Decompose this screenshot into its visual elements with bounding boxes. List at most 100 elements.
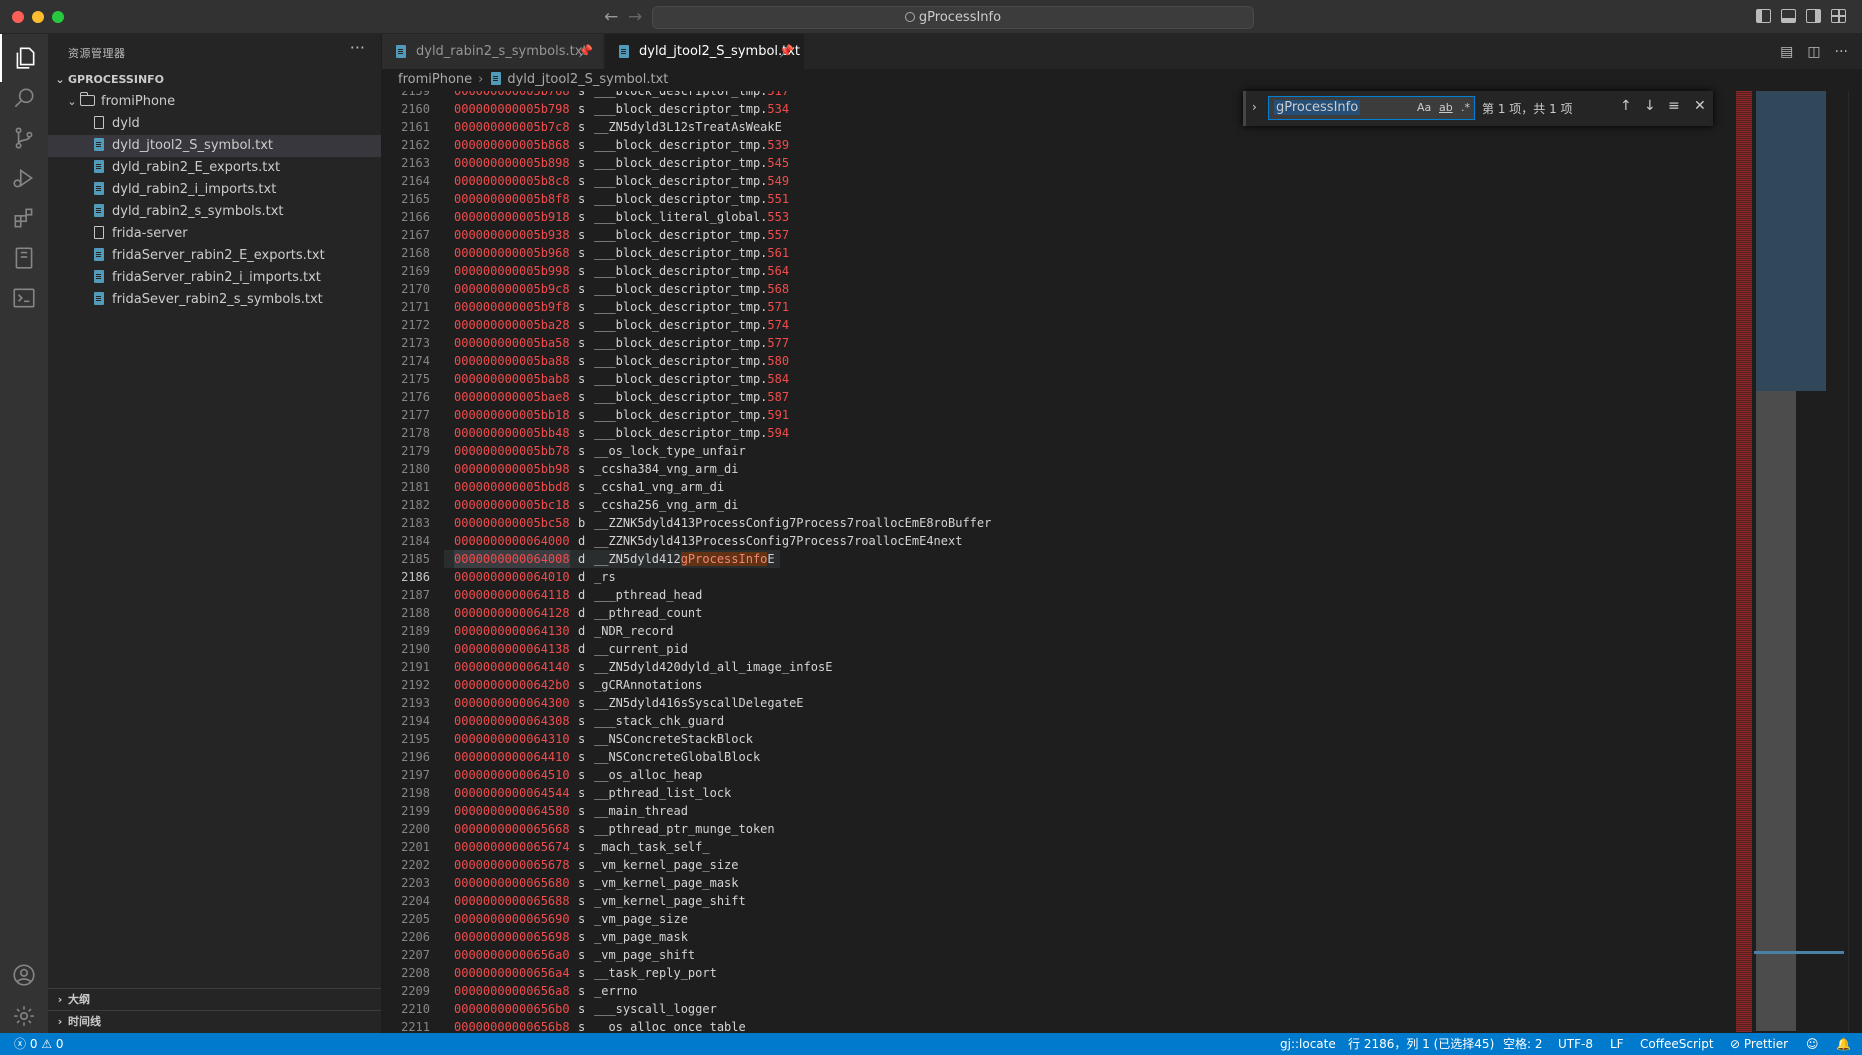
code-line[interactable]: 2173 000000000005ba58 s ___block_descriptor… [382, 334, 1732, 352]
code-line[interactable]: 2164 000000000005b8c8 s ___block_descriptor… [382, 172, 1732, 190]
code-line[interactable]: 2208 00000000000656a4 s __task_reply_port [382, 964, 1732, 982]
code-line[interactable]: 2188 0000000000064128 d __pthread_count [382, 604, 1732, 622]
code-line[interactable]: 2170 000000000005b9c8 s ___block_descriptor… [382, 280, 1732, 298]
code-line[interactable]: 2200 0000000000065668 s __pthread_ptr_munge… [382, 820, 1732, 838]
forward-arrow-icon[interactable]: → [628, 7, 642, 27]
code-line[interactable]: 2166 000000000005b918 s ___block_literal_gl… [382, 208, 1732, 226]
code-line[interactable]: 2180 000000000005bb98 s _ccsha384_vng_arm_d… [382, 460, 1732, 478]
code-line[interactable]: 2183 000000000005bc58 b __ZZNK5dyld413Proce… [382, 514, 1732, 532]
code-line[interactable]: 2168 000000000005b968 s ___block_descriptor… [382, 244, 1732, 262]
tree-file[interactable]: fridaSever_rabin2_s_symbols.txt [48, 289, 381, 311]
outline-section[interactable]: › 大纲 [48, 988, 381, 1010]
pin-icon[interactable]: 📌 [578, 34, 593, 69]
open-preview-icon[interactable]: ▤ [1780, 44, 1793, 60]
tree-root-gprocessinfo[interactable]: ⌄ GPROCESSINFO [48, 69, 381, 91]
code-line[interactable]: 2192 00000000000642b0 s _gCRAnnotations [382, 676, 1732, 694]
status-encoding[interactable]: UTF-8 [1558, 1033, 1593, 1055]
maximize-window-button[interactable] [52, 11, 64, 23]
tree-file[interactable]: dyld_jtool2_S_symbol.txt [48, 135, 381, 157]
code-line[interactable]: 2209 00000000000656a8 s _errno [382, 982, 1732, 1000]
code-line[interactable]: 2199 0000000000064580 s __main_thread [382, 802, 1732, 820]
code-line[interactable]: 2171 000000000005b9f8 s ___block_descriptor… [382, 298, 1732, 316]
breadcrumb-folder[interactable]: fromiPhone [398, 72, 472, 87]
command-center-search[interactable]: gProcessInfo [652, 6, 1254, 29]
code-line[interactable]: 2202 0000000000065678 s _vm_kernel_page_siz… [382, 856, 1732, 874]
next-match-icon[interactable]: ↓ [1644, 98, 1656, 114]
status-eol[interactable]: LF [1610, 1033, 1624, 1055]
code-line[interactable]: 2196 0000000000064410 s __NSConcreteGlobalB… [382, 748, 1732, 766]
toggle-secondary-sidebar-icon[interactable] [1806, 9, 1821, 23]
tree-folder-fromiphone[interactable]: ⌄ fromiPhone [48, 91, 381, 113]
tree-file[interactable]: dyld_rabin2_E_exports.txt [48, 157, 381, 179]
editor-scrollbar[interactable] [1848, 91, 1862, 1032]
code-line[interactable]: 2176 000000000005bae8 s ___block_descriptor… [382, 388, 1732, 406]
pin-icon[interactable]: 📌 [779, 34, 794, 69]
tree-file[interactable]: fridaServer_rabin2_i_imports.txt [48, 267, 381, 289]
code-line[interactable]: 2190 0000000000064138 d __current_pid [382, 640, 1732, 658]
code-line[interactable]: 2162 000000000005b868 s ___block_descriptor… [382, 136, 1732, 154]
status-language[interactable]: CoffeeScript [1640, 1033, 1714, 1055]
code-line[interactable]: 2174 000000000005ba88 s ___block_descriptor… [382, 352, 1732, 370]
tree-file[interactable]: frida-server [48, 223, 381, 245]
toggle-primary-sidebar-icon[interactable] [1756, 9, 1771, 23]
minimap[interactable] [1732, 91, 1848, 1032]
code-line[interactable]: 2172 000000000005ba28 s ___block_descriptor… [382, 316, 1732, 334]
customize-layout-icon[interactable] [1831, 9, 1846, 23]
match-whole-word-toggle[interactable]: ab [1439, 101, 1453, 114]
code-line[interactable]: 2189 0000000000064130 d _NDR_record [382, 622, 1732, 640]
code-line[interactable]: 2167 000000000005b938 s ___block_descriptor… [382, 226, 1732, 244]
minimize-window-button[interactable] [32, 11, 44, 23]
breadcrumb-file[interactable]: dyld_jtool2_S_symbol.txt [507, 72, 668, 87]
tree-file[interactable]: dyld [48, 113, 381, 135]
status-indentation[interactable]: 空格: 2 [1503, 1033, 1543, 1055]
status-prettier[interactable]: ⊘ Prettier [1730, 1033, 1788, 1055]
tree-file[interactable]: dyld_rabin2_i_imports.txt [48, 179, 381, 201]
code-line[interactable]: 2187 0000000000064118 d ___pthread_head [382, 586, 1732, 604]
find-in-selection-icon[interactable]: ≡ [1668, 98, 1680, 114]
code-line[interactable]: 2205 0000000000065690 s _vm_page_size [382, 910, 1732, 928]
status-branch[interactable]: gj::locate [1280, 1033, 1336, 1055]
code-line[interactable]: 2211 00000000000656b8 s __os_alloc_once_tab… [382, 1018, 1732, 1032]
previous-match-icon[interactable]: ↑ [1620, 98, 1632, 114]
tree-file[interactable]: fridaServer_rabin2_E_exports.txt [48, 245, 381, 267]
code-line[interactable]: 2185 0000000000064008 d __ZN5dyld412gProces… [382, 550, 1732, 568]
tab-dyld-rabin2-s-symbols[interactable]: dyld_rabin2_s_symbols.txt 📌 [382, 34, 604, 69]
back-arrow-icon[interactable]: ← [604, 7, 618, 27]
more-actions-icon[interactable]: ··· [350, 38, 365, 57]
find-input[interactable]: gProcessInfo Aa ab .* [1268, 96, 1475, 120]
code-line[interactable]: 2195 0000000000064310 s __NSConcreteStackBl… [382, 730, 1732, 748]
code-line[interactable]: 2193 0000000000064300 s __ZN5dyld416sSyscal… [382, 694, 1732, 712]
notifications-bell-icon[interactable]: 🔔 [1836, 1033, 1851, 1055]
close-icon[interactable]: ✕ [1694, 98, 1706, 114]
problems-indicator[interactable]: ⓧ 0 ⚠ 0 [14, 1033, 64, 1055]
code-line[interactable]: 2177 000000000005bb18 s ___block_descriptor… [382, 406, 1732, 424]
match-case-toggle[interactable]: Aa [1417, 101, 1431, 114]
code-line[interactable]: 2182 000000000005bc18 s _ccsha256_vng_arm_d… [382, 496, 1732, 514]
code-line[interactable]: 2175 000000000005bab8 s ___block_descriptor… [382, 370, 1732, 388]
code-line[interactable]: 2179 000000000005bb78 s __os_lock_type_unfa… [382, 442, 1732, 460]
tab-dyld-jtool2-s-symbol[interactable]: dyld_jtool2_S_symbol.txt 📌 [605, 34, 805, 69]
more-actions-icon[interactable]: ··· [1835, 44, 1848, 60]
use-regex-toggle[interactable]: .* [1461, 101, 1470, 114]
code-line[interactable]: 2204 0000000000065688 s _vm_kernel_page_shi… [382, 892, 1732, 910]
terminal-icon[interactable] [0, 274, 48, 322]
tree-file[interactable]: dyld_rabin2_s_symbols.txt [48, 201, 381, 223]
code-line[interactable]: 2163 000000000005b898 s ___block_descriptor… [382, 154, 1732, 172]
code-line[interactable]: 2201 0000000000065674 s _mach_task_self_ [382, 838, 1732, 856]
code-editor[interactable]: 2159 000000000005b768 s ___block_descriptor… [382, 91, 1732, 1032]
code-line[interactable]: 2207 00000000000656a0 s _vm_page_shift [382, 946, 1732, 964]
code-line[interactable]: 2210 00000000000656b0 s ___syscall_logger [382, 1000, 1732, 1018]
code-line[interactable]: 2203 0000000000065680 s _vm_kernel_page_mas… [382, 874, 1732, 892]
close-window-button[interactable] [12, 11, 24, 23]
status-cursor-position[interactable]: 行 2186，列 1 (已选择45) [1348, 1033, 1494, 1055]
split-editor-icon[interactable]: ◫ [1807, 44, 1820, 60]
code-line[interactable]: 2181 000000000005bbd8 s _ccsha1_vng_arm_di [382, 478, 1732, 496]
toggle-replace-icon[interactable]: › [1252, 100, 1257, 114]
code-line[interactable]: 2198 0000000000064544 s __pthread_list_lock [382, 784, 1732, 802]
feedback-icon[interactable]: ☺ [1806, 1033, 1819, 1055]
code-line[interactable]: 2206 0000000000065698 s _vm_page_mask [382, 928, 1732, 946]
code-line[interactable]: 2197 0000000000064510 s __os_alloc_heap [382, 766, 1732, 784]
code-line[interactable]: 2178 000000000005bb48 s ___block_descriptor… [382, 424, 1732, 442]
code-line[interactable]: 2194 0000000000064308 s ___stack_chk_guard [382, 712, 1732, 730]
code-line[interactable]: 2184 0000000000064000 d __ZZNK5dyld413Proce… [382, 532, 1732, 550]
